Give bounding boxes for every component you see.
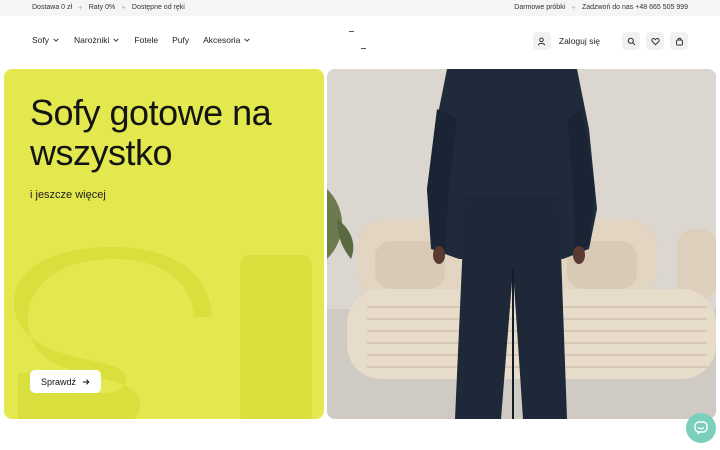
nav-item-sofy[interactable]: Sofy: [32, 35, 60, 45]
nav-item-fotele[interactable]: Fotele: [134, 35, 158, 45]
site-logo[interactable]: [349, 31, 367, 51]
plus-separator-icon: +: [78, 3, 83, 12]
hero-cta-button[interactable]: Sprawdź: [30, 370, 101, 393]
cart-button[interactable]: [670, 32, 688, 50]
sofa-photo-illustration: [327, 69, 716, 419]
delivery-info: Dostawa 0 zł: [32, 4, 73, 11]
availability-info: Dostępne od ręki: [131, 4, 185, 11]
user-icon: [538, 37, 546, 45]
installments-info: Raty 0%: [88, 4, 116, 11]
plus-separator-icon: +: [571, 3, 576, 12]
call-us-link[interactable]: Zadzwoń do nas +48 665 505 999: [582, 4, 688, 11]
chevron-down-icon: [113, 38, 120, 42]
chat-button[interactable]: [686, 413, 716, 443]
heart-icon: [650, 37, 660, 45]
cta-label: Sprawdź: [40, 376, 76, 387]
hero-photo: [327, 69, 716, 419]
nav-item-akcesoria[interactable]: Akcesoria: [203, 35, 251, 45]
announcement-left: Dostawa 0 zł + Raty 0% + Dostępne od ręk…: [32, 3, 185, 12]
hero-title: Sofy gotowe na wszystko: [30, 92, 272, 173]
chat-icon: [694, 421, 708, 435]
chevron-down-icon: [244, 38, 251, 42]
search-button[interactable]: [622, 32, 640, 50]
search-icon: [627, 37, 635, 45]
decorative-letters: [14, 247, 312, 419]
chevron-down-icon: [53, 38, 59, 42]
login-label: Zaloguj się: [558, 36, 600, 46]
arrow-right-icon: [82, 378, 90, 385]
nav-item-label: Sofy: [32, 35, 50, 45]
nav-item-pufy[interactable]: Pufy: [172, 35, 189, 45]
nav-item-label: Akcesoria: [203, 35, 241, 45]
header-actions: Zaloguj się: [528, 31, 688, 51]
hero-subtitle: i jeszcze więcej: [30, 189, 106, 201]
announcement-bar: Dostawa 0 zł + Raty 0% + Dostępne od ręk…: [0, 0, 720, 16]
plus-separator-icon: +: [121, 3, 126, 12]
bag-icon: [675, 37, 683, 46]
hero-panel: Sofy gotowe na wszystko i jeszcze więcej…: [4, 69, 324, 419]
main-nav: Sofy Narożniki Fotele Pufy Akcesoria: [32, 35, 251, 45]
nav-item-label: Fotele: [134, 35, 159, 45]
free-samples-link[interactable]: Darmowe próbki: [514, 4, 565, 11]
wishlist-button[interactable]: [646, 32, 664, 50]
site-header: Sofy Narożniki Fotele Pufy Akcesoria Zal…: [0, 16, 720, 66]
nav-item-label: Pufy: [172, 35, 190, 45]
nav-item-narozniki[interactable]: Narożniki: [74, 35, 120, 45]
login-button[interactable]: Zaloguj się: [528, 31, 600, 51]
nav-item-label: Narożniki: [74, 35, 110, 45]
announcement-right: Darmowe próbki + Zadzwoń do nas +48 665 …: [514, 3, 688, 12]
user-icon-box: [532, 32, 551, 50]
